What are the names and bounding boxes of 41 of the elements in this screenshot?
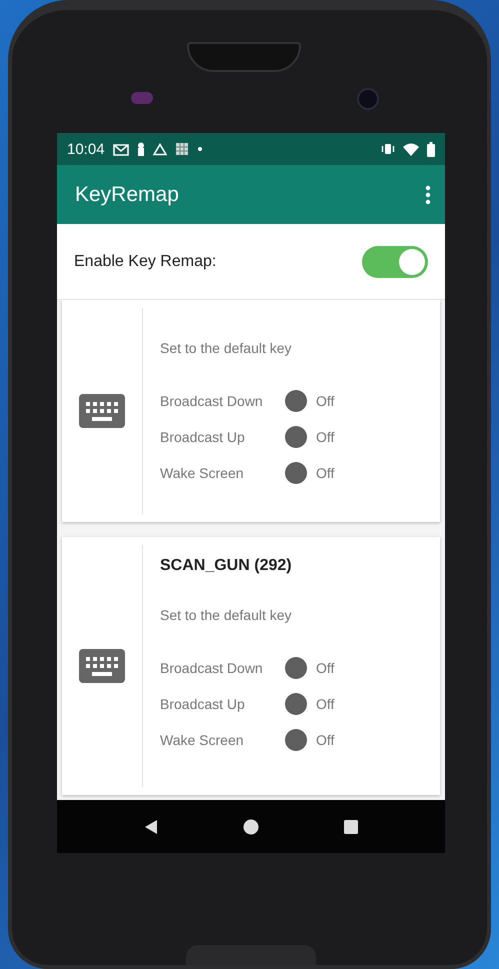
- triangle-icon: [152, 142, 167, 156]
- app-title: KeyRemap: [75, 182, 179, 206]
- option-state: Off: [316, 660, 334, 676]
- option-state: Off: [316, 732, 334, 748]
- battery-icon: [427, 142, 435, 156]
- option-label: Broadcast Up: [160, 696, 246, 712]
- front-camera: [357, 88, 379, 110]
- vibrate-icon: [381, 143, 395, 155]
- key-title: SCAN_GUN (292): [160, 557, 293, 575]
- option-state: Off: [316, 696, 334, 712]
- toggle-switch[interactable]: [285, 693, 307, 715]
- sensor-light: [131, 92, 153, 104]
- keyboard-icon: [79, 394, 125, 428]
- key-description: Set to the default key: [160, 607, 293, 623]
- keyboard-icon: [79, 649, 125, 683]
- option-label: Wake Screen: [160, 732, 245, 748]
- toggle-switch[interactable]: [285, 462, 307, 484]
- option-state: Off: [316, 465, 334, 481]
- calendar-icon: [174, 142, 189, 156]
- key-description: Set to the default key: [160, 340, 293, 356]
- dot-icon: [196, 146, 203, 152]
- toggle-switch[interactable]: [285, 426, 307, 448]
- mail-icon: [112, 142, 129, 156]
- person-icon: [136, 142, 145, 156]
- toggle-switch[interactable]: [285, 390, 307, 412]
- home-icon[interactable]: [243, 818, 259, 834]
- option-label: Broadcast Up: [160, 429, 246, 445]
- option-state: Off: [316, 393, 334, 409]
- option-label: Wake Screen: [160, 465, 245, 481]
- recents-icon[interactable]: [343, 818, 359, 834]
- option-state: Off: [316, 429, 334, 445]
- back-icon[interactable]: [143, 818, 159, 834]
- status-time: 10:04: [67, 140, 105, 158]
- wifi-icon: [403, 142, 419, 156]
- menu-icon[interactable]: [425, 184, 431, 204]
- option-label: Broadcast Down: [160, 393, 264, 409]
- toggle-switch[interactable]: [285, 729, 307, 751]
- option-label: Broadcast Down: [160, 660, 264, 676]
- toggle-switch[interactable]: [285, 657, 307, 679]
- enable-label: Enable Key Remap:: [74, 252, 216, 270]
- toggle-switch[interactable]: [362, 246, 428, 278]
